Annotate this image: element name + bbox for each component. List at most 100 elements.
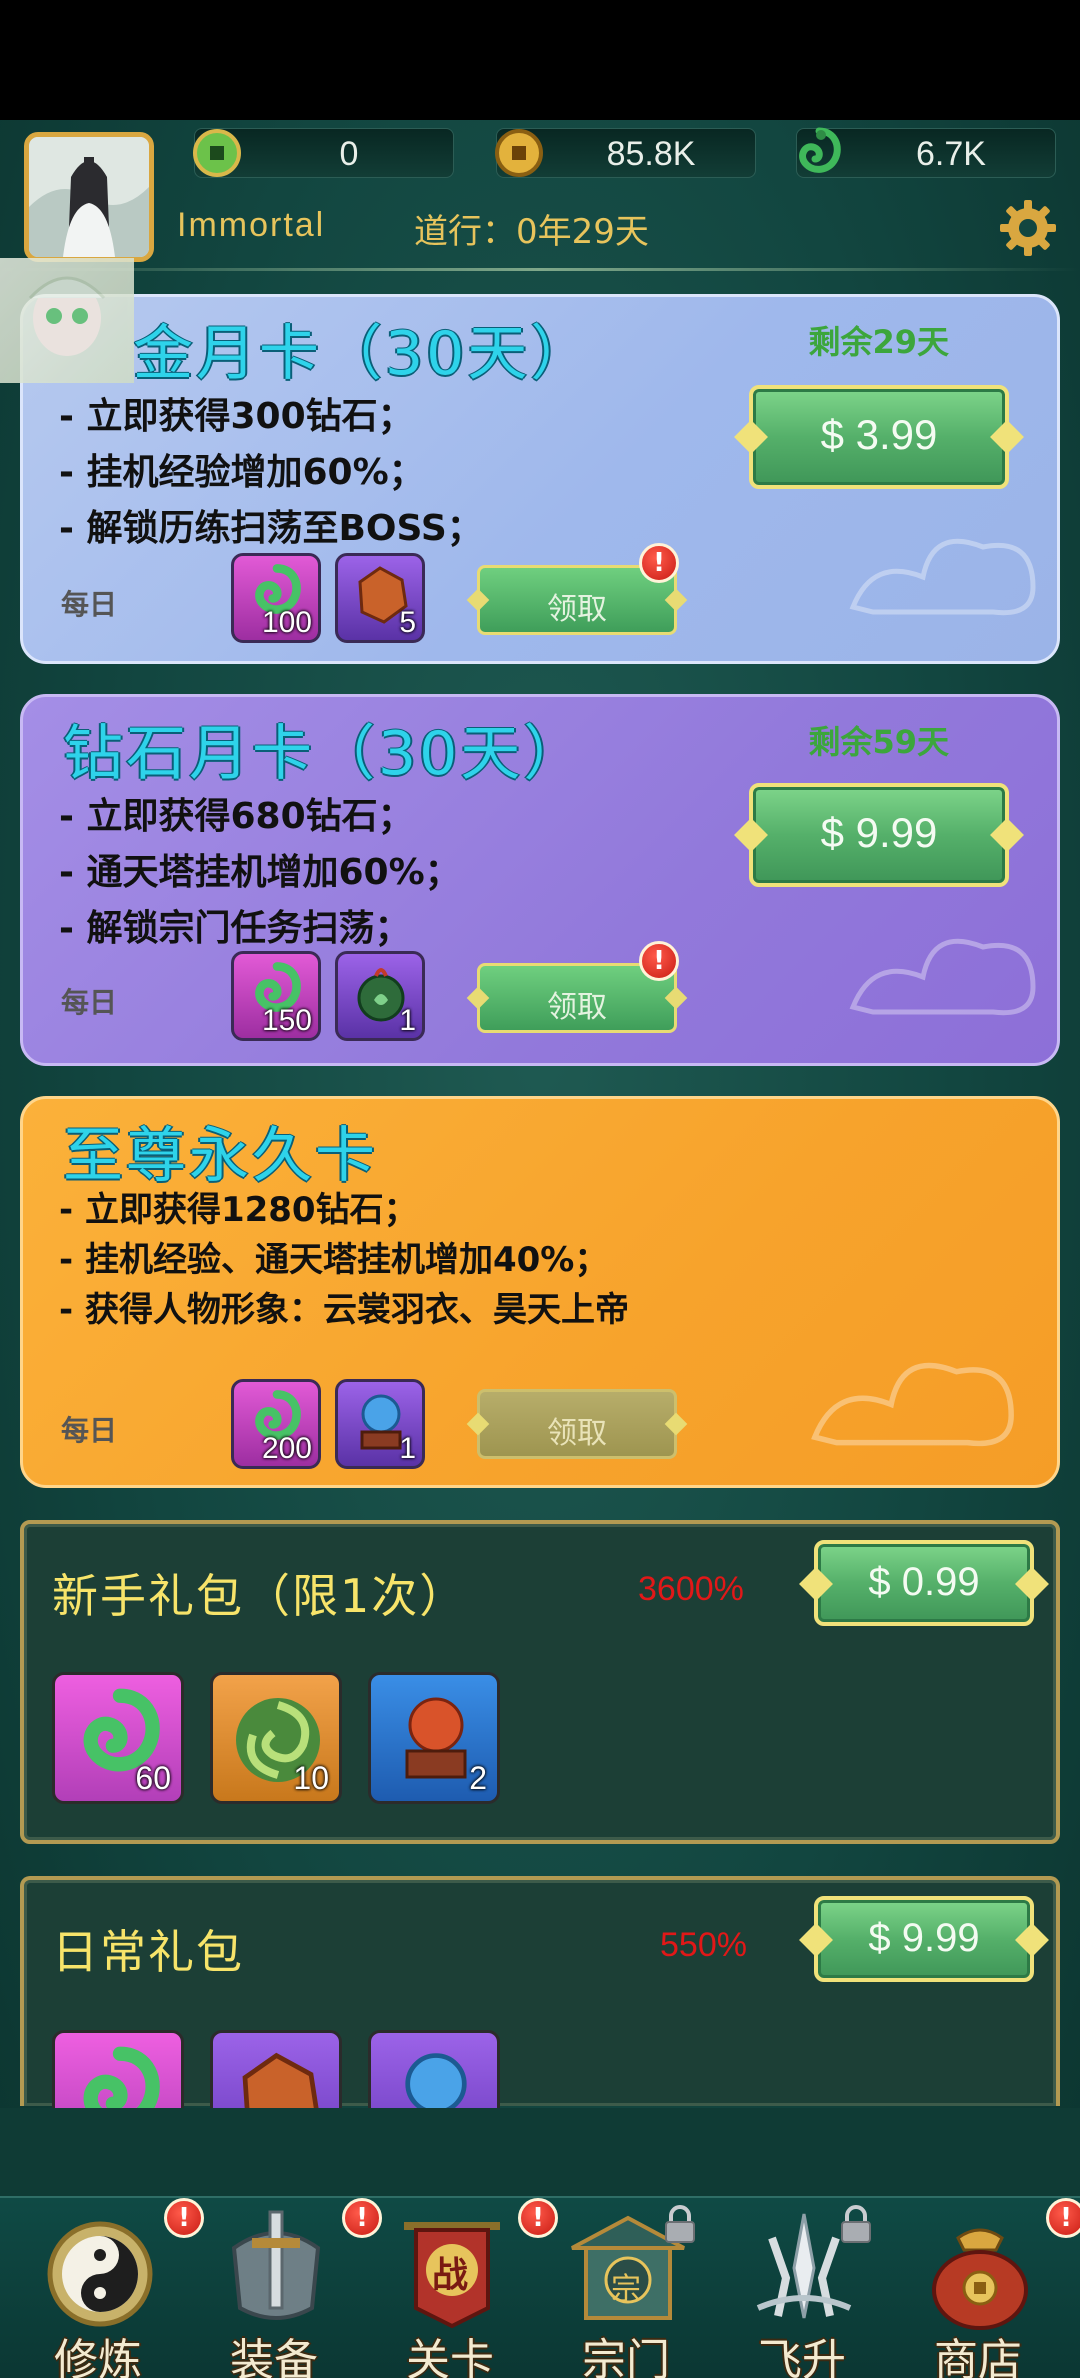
- nav-item-shop[interactable]: 商店 !: [890, 2198, 1080, 2378]
- reward-item[interactable]: 100: [231, 553, 321, 643]
- benefit-line: - 立即获得1280钻石；: [59, 1190, 418, 1230]
- claim-label: 领取: [547, 990, 607, 1025]
- top-divider: [0, 268, 1080, 271]
- supreme-permanent-card: 至尊永久卡 - 立即获得1280钻石； - 挂机经验、通天塔挂机增加40%； -…: [20, 1096, 1060, 1488]
- claim-button[interactable]: 领取: [466, 1389, 688, 1459]
- benefit-line: - 挂机经验、通天塔挂机增加40%；: [59, 1240, 609, 1280]
- nav-item-cultivate[interactable]: 修炼 !: [10, 2198, 204, 2378]
- item-count: 5: [399, 606, 416, 639]
- benefit-list: - 立即获得680钻石； - 通天塔挂机增加60%； - 解锁宗门任务扫荡；: [59, 789, 461, 957]
- reward-item[interactable]: 1: [335, 1379, 425, 1469]
- benefit-line: - 解锁宗门任务扫荡；: [59, 908, 411, 949]
- pack-item[interactable]: 10: [210, 1672, 342, 1804]
- benefit-list: - 立即获得300钻石； - 挂机经验增加60%； - 解锁历练扫荡至BOSS；: [59, 389, 483, 557]
- player-avatar[interactable]: [24, 132, 154, 262]
- gold-coin-icon: [495, 129, 543, 177]
- price-label: $ 3.99: [820, 411, 938, 458]
- buy-button[interactable]: $ 3.99: [734, 385, 1024, 489]
- reward-item[interactable]: 5: [335, 553, 425, 643]
- card-title: 钻石月卡（30天）: [63, 719, 587, 789]
- gear-icon[interactable]: [996, 196, 1060, 260]
- jade-coin-value: 0: [339, 135, 359, 173]
- top-bar: 0 85.8K 6.7K Immortal 道行：0年29天: [0, 120, 1080, 270]
- dragon-jade-value: 6.7K: [916, 135, 986, 173]
- item-count: 60: [135, 1760, 171, 1796]
- claim-label: 领取: [547, 1416, 607, 1451]
- shop-bag-icon: [932, 2228, 1028, 2330]
- item-count: 200: [261, 1432, 312, 1465]
- battle-badge: 战: [431, 2255, 468, 2296]
- value-percent: 3600%: [638, 1570, 744, 1608]
- newbie-gift-pack: 新手礼包（限1次） 3600% $ 0.99 60 10 2: [20, 1520, 1060, 1844]
- nav-label: 商店: [934, 2335, 1022, 2378]
- benefit-line: - 获得人物形象：云裳羽衣、昊天上帝: [59, 1290, 629, 1330]
- sword-icon: [231, 2210, 321, 2320]
- gold-coin-counter[interactable]: 85.8K: [495, 128, 756, 178]
- alert-badge: !: [639, 941, 679, 981]
- item-count: 2: [469, 1760, 487, 1796]
- gold-coin-value: 85.8K: [606, 135, 696, 173]
- cloud-decoration: [849, 538, 1036, 616]
- alert-badge: !: [639, 543, 679, 583]
- reward-item[interactable]: 200: [231, 1379, 321, 1469]
- remaining-days: 剩余29天: [808, 323, 949, 361]
- buy-button[interactable]: $ 0.99: [799, 1540, 1049, 1626]
- cloud-decoration: [811, 1362, 1014, 1447]
- nav-label: 宗门: [582, 2335, 670, 2378]
- lock-icon: [841, 2205, 871, 2243]
- nav-item-ascend[interactable]: 飞升: [714, 2198, 890, 2378]
- price-label: $ 9.99: [820, 809, 938, 856]
- floating-companion-thumbnail[interactable]: [0, 258, 134, 383]
- alert-badge: !: [1046, 2198, 1080, 2238]
- daily-gift-pack: 日常礼包 550% $ 9.99: [20, 1876, 1060, 2162]
- remaining-days: 剩余59天: [808, 723, 949, 761]
- item-count: 150: [261, 1004, 312, 1037]
- yin-yang-icon: [47, 2221, 153, 2327]
- pack-item[interactable]: 60: [52, 1672, 184, 1804]
- card-title: 至尊永久卡: [63, 1121, 378, 1191]
- player-name: Immortal: [177, 206, 326, 244]
- daily-label: 每日: [61, 1414, 118, 1447]
- benefit-line: - 立即获得680钻石；: [59, 796, 414, 837]
- value-percent: 550%: [660, 1926, 747, 1964]
- daily-label: 每日: [61, 588, 118, 621]
- gold-month-card: 金月卡（30天） 剩余29天 - 立即获得300钻石； - 挂机经验增加60%；…: [20, 294, 1060, 664]
- benefit-line: - 解锁历练扫荡至BOSS；: [59, 508, 483, 549]
- nav-label: 修炼: [54, 2335, 142, 2378]
- status-bar: [0, 0, 1080, 120]
- claim-label: 领取: [547, 592, 607, 627]
- nav-item-stages[interactable]: 战 关卡 !: [362, 2198, 558, 2378]
- buy-button[interactable]: $ 9.99: [734, 783, 1024, 887]
- benefit-line: - 立即获得300钻石；: [59, 396, 414, 437]
- item-count: 1: [399, 1004, 416, 1037]
- sect-badge: 宗: [611, 2272, 641, 2307]
- pack-item[interactable]: 2: [368, 1672, 500, 1804]
- bottom-navigation: 修炼 ! 装备 ! 战 关卡 ! 宗 宗门 飞升 商店 !: [0, 2196, 1080, 2378]
- nav-label: 关卡: [406, 2335, 494, 2378]
- reward-item[interactable]: 1: [335, 951, 425, 1041]
- benefit-line: - 通天塔挂机增加60%；: [59, 852, 461, 893]
- dragon-jade-counter[interactable]: 6.7K: [796, 127, 1056, 178]
- benefit-line: - 挂机经验增加60%；: [59, 452, 425, 493]
- dragon-jade-icon: [799, 127, 841, 173]
- buy-button[interactable]: $ 9.99: [799, 1896, 1049, 1982]
- jade-coin-icon: [193, 129, 241, 177]
- nav-item-sect[interactable]: 宗 宗门: [538, 2198, 714, 2378]
- reward-item[interactable]: 150: [231, 951, 321, 1041]
- dao-progress-label: 道行：0年29天: [414, 212, 649, 252]
- lock-icon: [665, 2205, 695, 2243]
- pack-title: 日常礼包: [52, 1925, 244, 1979]
- nav-label: 飞升: [758, 2335, 846, 2378]
- item-count: 1: [399, 1432, 416, 1465]
- daily-label: 每日: [61, 986, 118, 1019]
- item-count: 10: [293, 1760, 329, 1796]
- price-label: $ 0.99: [868, 1560, 980, 1604]
- nav-label: 装备: [230, 2335, 318, 2378]
- nav-item-equipment[interactable]: 装备 !: [186, 2198, 382, 2378]
- cloud-decoration: [849, 938, 1036, 1016]
- pack-title: 新手礼包（限1次）: [52, 1569, 468, 1623]
- jade-coin-counter[interactable]: 0: [193, 128, 454, 178]
- diamond-month-card: 钻石月卡（30天） 剩余59天 - 立即获得680钻石； - 通天塔挂机增加60…: [20, 694, 1060, 1066]
- card-title: 金月卡（30天）: [133, 319, 594, 389]
- item-count: 100: [261, 606, 312, 639]
